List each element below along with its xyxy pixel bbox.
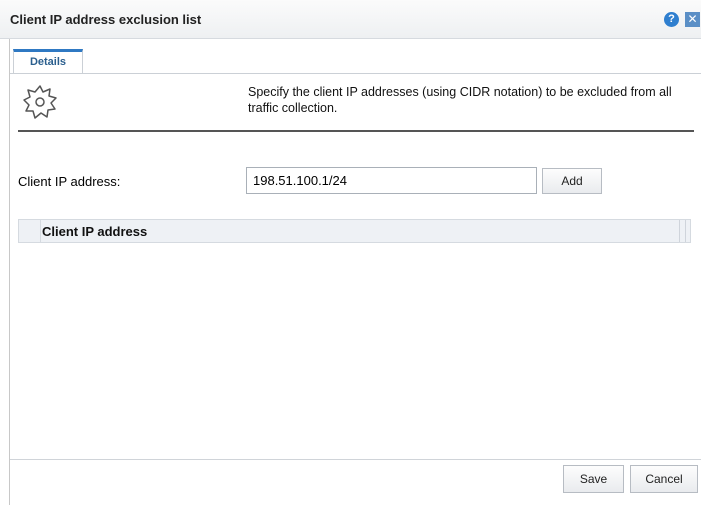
footer-divider bbox=[10, 459, 701, 460]
column-header-client-ip[interactable]: Client IP address bbox=[42, 224, 147, 239]
gear-icon bbox=[23, 85, 57, 119]
tab-strip-divider bbox=[10, 73, 701, 74]
cancel-button[interactable]: Cancel bbox=[630, 465, 698, 493]
details-description: Specify the client IP addresses (using C… bbox=[248, 85, 672, 115]
save-button[interactable]: Save bbox=[563, 465, 624, 493]
section-divider bbox=[18, 130, 694, 132]
add-button[interactable]: Add bbox=[542, 168, 602, 194]
ip-table-header: Client IP address bbox=[18, 219, 691, 243]
tab-details[interactable]: Details bbox=[13, 49, 83, 73]
help-icon[interactable]: ? bbox=[664, 12, 679, 27]
dialog-title: Client IP address exclusion list bbox=[10, 12, 202, 27]
client-ip-label: Client IP address: bbox=[18, 174, 121, 189]
row-selector-column bbox=[19, 220, 41, 242]
dialog-titlebar: Client IP address exclusion list ? ✕ bbox=[0, 0, 701, 39]
dialog-left-border bbox=[9, 38, 10, 505]
close-icon[interactable]: ✕ bbox=[685, 12, 700, 27]
column-resize-handle[interactable] bbox=[685, 220, 686, 242]
client-ip-input[interactable] bbox=[246, 167, 537, 194]
column-resize-handle[interactable] bbox=[679, 220, 680, 242]
